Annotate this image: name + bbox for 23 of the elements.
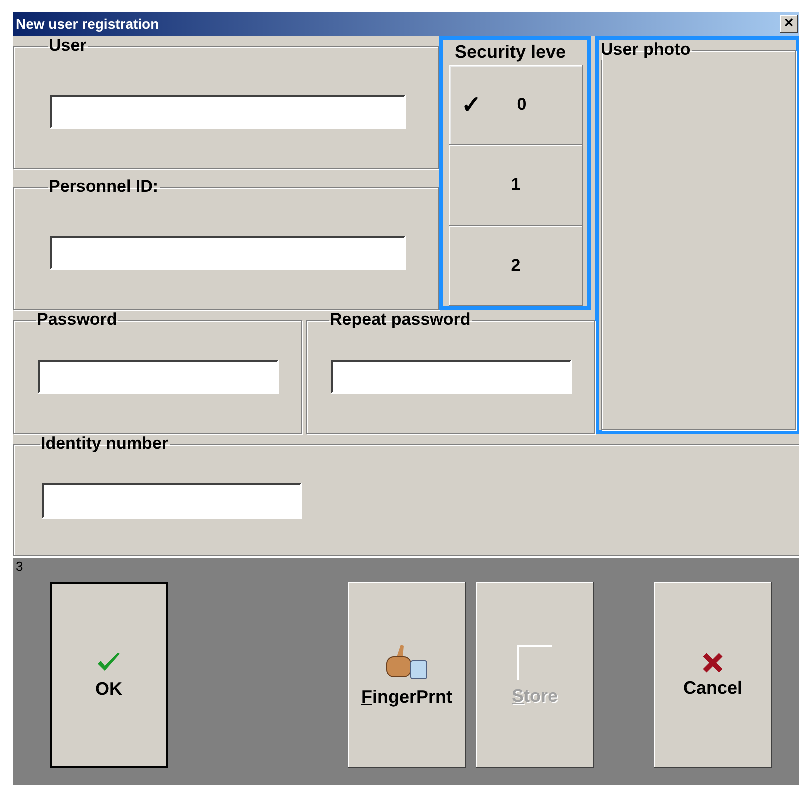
- group-label: Security leve: [454, 41, 568, 64]
- panel-caption: 3: [16, 559, 24, 574]
- group-label: Password: [36, 310, 118, 330]
- password-field[interactable]: [38, 360, 279, 394]
- action-button[interactable]: OK: [50, 582, 168, 768]
- group-label: User: [48, 36, 88, 56]
- action-button[interactable]: Cancel: [654, 582, 772, 768]
- action-button[interactable]: FingerPrnt: [348, 582, 466, 768]
- blank-icon: [516, 644, 554, 682]
- group-label: Repeat password: [329, 310, 472, 330]
- group-label: User photo: [600, 40, 692, 60]
- level-button[interactable]: 1: [449, 145, 583, 226]
- personnel-id-field[interactable]: [50, 236, 406, 270]
- identity-number-field[interactable]: [42, 482, 302, 518]
- group-label: Identity number: [40, 434, 170, 454]
- group-label: Personnel ID:: [48, 177, 160, 197]
- close-button[interactable]: ×: [780, 15, 798, 33]
- level-button[interactable]: ✓ 0: [449, 65, 583, 146]
- repeat-password-field[interactable]: [331, 360, 572, 394]
- cross-icon: [702, 652, 724, 674]
- level-button[interactable]: 2: [449, 226, 583, 306]
- window-title: New user registration: [16, 16, 160, 32]
- user-field[interactable]: [50, 95, 406, 129]
